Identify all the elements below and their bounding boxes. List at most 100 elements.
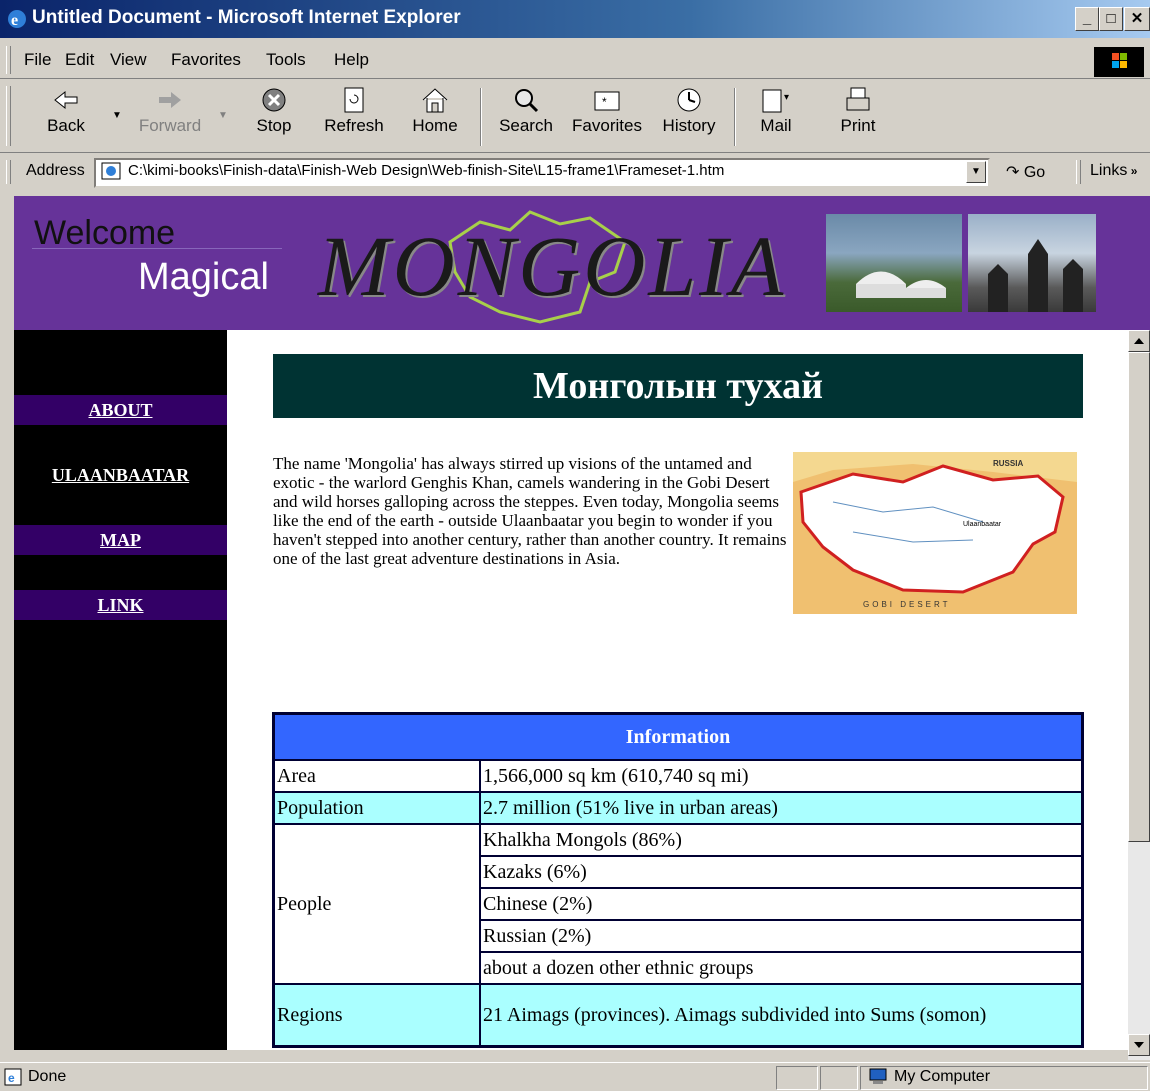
banner-divider [32, 248, 282, 249]
main-content-frame: Монголын тухай The name 'Mongolia' has a… [227, 330, 1128, 1050]
map-link[interactable]: MAP [100, 530, 141, 550]
toolbar-separator [734, 88, 736, 146]
back-label: Back [47, 116, 85, 135]
status-text: Done [28, 1068, 67, 1085]
page-icon [101, 162, 121, 180]
menu-tools[interactable]: Tools [266, 50, 306, 70]
address-dropdown-button[interactable]: ▼ [966, 161, 986, 183]
regions-label: Regions [272, 983, 481, 1048]
menu-help[interactable]: Help [334, 50, 369, 70]
toolbar-grip [6, 86, 11, 146]
svg-text:e: e [11, 12, 18, 29]
links-button[interactable]: Links » [1090, 162, 1137, 180]
people-value: Khalkha Mongols (86%) [479, 823, 1084, 857]
refresh-button[interactable]: Refresh [316, 86, 392, 136]
table-header: Information [272, 712, 1084, 761]
search-button[interactable]: Search [492, 86, 560, 136]
ie-logo-icon: e [8, 10, 26, 29]
area-value: 1,566,000 sq km (610,740 sq mi) [479, 759, 1084, 793]
print-icon [846, 87, 870, 111]
window-title: Untitled Document - Microsoft Internet E… [32, 7, 461, 28]
home-icon [422, 88, 448, 113]
maximize-button[interactable]: □ [1099, 7, 1123, 31]
go-button[interactable]: ↷ Go [1006, 162, 1045, 182]
about-link[interactable]: ABOUT [88, 400, 152, 420]
forward-label: Forward [138, 116, 202, 135]
intro-paragraph: The name 'Mongolia' has always stirred u… [273, 454, 787, 568]
back-arrow-icon [54, 90, 78, 110]
ulaanbaatar-link[interactable]: ULAANBAATAR [52, 465, 189, 485]
forward-dropdown-icon[interactable]: ▼ [218, 110, 228, 121]
print-label: Print [840, 116, 876, 135]
close-button[interactable]: ✕ [1124, 7, 1150, 31]
minimize-button[interactable]: _ [1075, 7, 1099, 31]
stop-icon [262, 88, 286, 112]
map-label-gobi: GOBI DESERT [863, 600, 951, 609]
status-panel [776, 1066, 818, 1090]
nav-item-ulaanbaatar[interactable]: ULAANBAATAR [14, 460, 227, 490]
svg-text:▾: ▾ [784, 92, 789, 103]
svg-text:e: e [8, 1071, 15, 1085]
table-row: Regions 21 Aimags (provinces). Aimags su… [272, 983, 1084, 1048]
scroll-down-button[interactable] [1128, 1034, 1150, 1056]
link-link[interactable]: LINK [97, 595, 143, 615]
table-row: People Khalkha Mongols (86%) [272, 823, 1084, 985]
people-value: Russian (2%) [479, 919, 1084, 953]
favorites-label: Favorites [572, 116, 642, 135]
search-icon [515, 89, 539, 113]
print-button[interactable]: Print [830, 86, 886, 136]
mongolia-logo: MONGOLIA [318, 218, 787, 314]
people-label: People [272, 823, 481, 985]
favorites-button[interactable]: * Favorites [566, 86, 648, 136]
nav-item-map[interactable]: MAP [14, 525, 227, 555]
forward-arrow-icon [159, 92, 181, 108]
information-table: Information Area 1,566,000 sq km (610,74… [272, 712, 1084, 1048]
back-dropdown-icon[interactable]: ▼ [112, 110, 122, 121]
search-label: Search [499, 116, 553, 135]
nav-item-link[interactable]: LINK [14, 590, 227, 620]
site-banner: Welcome Magical MONGOLIA [14, 196, 1150, 330]
go-label: Go [1023, 164, 1046, 181]
menu-grip [6, 46, 11, 74]
population-value: 2.7 million (51% live in urban areas) [479, 791, 1084, 825]
status-panel [820, 1066, 858, 1090]
population-label: Population [272, 791, 481, 825]
mongolia-map-image: RUSSIA Ulaanbaatar GOBI DESERT [793, 452, 1077, 614]
map-label-russia: RUSSIA [993, 459, 1023, 468]
back-button[interactable]: Back [36, 86, 96, 136]
temple-photo [968, 214, 1096, 312]
temple-icon [988, 239, 1083, 312]
windows-logo-icon [1094, 47, 1144, 77]
nav-item-about[interactable]: ABOUT [14, 395, 227, 425]
mail-button[interactable]: ▾ Mail [748, 86, 804, 136]
links-grip [1076, 160, 1081, 184]
table-row: Area 1,566,000 sq km (610,740 sq mi) [272, 759, 1084, 793]
menu-favorites[interactable]: Favorites [171, 50, 241, 70]
address-label: Address [26, 162, 85, 179]
ger-icon [856, 271, 946, 298]
zone-text: My Computer [894, 1068, 991, 1085]
home-button[interactable]: Home [404, 86, 466, 136]
home-label: Home [412, 116, 458, 135]
left-nav-frame [14, 330, 227, 1050]
scroll-down-arrow-icon [1134, 1042, 1144, 1048]
history-icon [677, 88, 701, 112]
stop-button[interactable]: Stop [244, 86, 304, 136]
toolbar-separator [480, 88, 482, 146]
scroll-up-button[interactable] [1128, 330, 1150, 352]
history-button[interactable]: History [656, 86, 722, 136]
scroll-thumb[interactable] [1128, 352, 1150, 842]
refresh-icon [344, 87, 364, 113]
title-bar: e Untitled Document - Microsoft Internet… [0, 0, 1150, 38]
magical-text: Magical [138, 256, 269, 298]
favorites-icon: * [594, 91, 620, 111]
menu-edit[interactable]: Edit [65, 50, 94, 70]
menu-view[interactable]: View [110, 50, 147, 70]
menu-file[interactable]: File [24, 50, 51, 70]
address-url: C:\kimi-books\Finish-data\Finish-Web Des… [128, 162, 725, 179]
forward-button[interactable]: Forward [130, 86, 210, 136]
regions-value: 21 Aimags (provinces). Aimags subdivided… [479, 983, 1084, 1048]
refresh-label: Refresh [324, 116, 384, 135]
map-icon: RUSSIA Ulaanbaatar GOBI DESERT [793, 452, 1077, 614]
area-label: Area [272, 759, 481, 793]
